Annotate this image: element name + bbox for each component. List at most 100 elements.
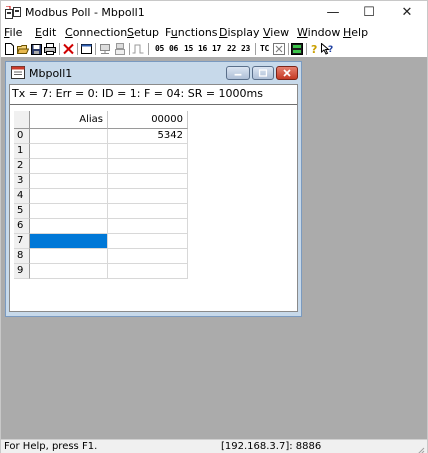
table-row: 2 (14, 159, 189, 174)
menu-display[interactable]: Display (219, 26, 260, 39)
alias-cell[interactable] (30, 144, 108, 159)
child-close-button[interactable] (276, 66, 298, 80)
alias-cell[interactable] (30, 219, 108, 234)
connection-status: [192.168.3.7]: 8886 (221, 441, 322, 452)
communication-icon[interactable] (273, 43, 285, 55)
mbpoll-document-icon[interactable] (11, 66, 25, 79)
alias-column-header[interactable]: Alias (30, 111, 108, 129)
child-minimize-button[interactable] (226, 66, 250, 80)
alias-cell[interactable] (30, 129, 108, 144)
value-cell[interactable] (108, 249, 188, 264)
menu-edit-rest: dit (41, 26, 57, 39)
table-row: 6 (14, 219, 189, 234)
menu-file-rest: ile (9, 26, 23, 39)
function-06-button[interactable]: 06 (167, 43, 180, 55)
table-row: 7 (14, 234, 189, 249)
menu-bar: File Edit Connection Setup Functions Dis… (1, 25, 427, 42)
toolbar-separator (306, 43, 307, 55)
value-column-header[interactable]: 00000 (108, 111, 188, 129)
alias-cell[interactable] (30, 249, 108, 264)
table-row: 8 (14, 249, 189, 264)
print-icon[interactable] (44, 43, 56, 55)
menu-functions-rest: nctions (177, 26, 218, 39)
function-15-button[interactable]: 15 (182, 43, 195, 55)
value-cell[interactable] (108, 174, 188, 189)
delete-icon[interactable] (63, 43, 74, 55)
function-23-button[interactable]: 23 (239, 43, 252, 55)
table-row: 4 (14, 189, 189, 204)
menu-view[interactable]: View (263, 26, 289, 39)
row-number: 9 (14, 264, 30, 279)
function-22-button[interactable]: 22 (225, 43, 238, 55)
mdi-client-area: Mbpoll1 Tx = 7: Err = 0: ID = 1: F = 04:… (1, 57, 427, 439)
alias-cell[interactable] (30, 264, 108, 279)
maximize-button[interactable]: ☐ (351, 1, 387, 25)
save-icon[interactable] (31, 43, 42, 55)
row-number: 8 (14, 249, 30, 264)
mbpoll1-child-window: Mbpoll1 Tx = 7: Err = 0: ID = 1: F = 04:… (5, 61, 302, 317)
function-05-button[interactable]: 05 (153, 43, 166, 55)
value-cell[interactable] (108, 204, 188, 219)
toolbar-separator (77, 43, 78, 55)
modbus-poll-app-icon[interactable] (5, 5, 21, 20)
open-icon[interactable] (17, 43, 29, 55)
menu-help[interactable]: Help (343, 26, 368, 39)
function-16-button[interactable]: 16 (196, 43, 209, 55)
table-row: 9 (14, 264, 189, 279)
row-number: 7 (14, 234, 30, 249)
value-cell[interactable] (108, 144, 188, 159)
alias-cell[interactable] (30, 174, 108, 189)
menu-edit[interactable]: Edit (35, 26, 56, 39)
row-number: 6 (14, 219, 30, 234)
value-cell[interactable]: 5342 (108, 129, 188, 144)
table-row: 0 5342 (14, 129, 189, 144)
status-bar: For Help, press F1. [192.168.3.7]: 8886 (1, 439, 427, 453)
menu-functions[interactable]: Functions (165, 26, 218, 39)
menu-setup-rest: etup (133, 26, 160, 39)
toolbar-separator (288, 43, 289, 55)
selected-alias-cell[interactable] (30, 234, 108, 249)
close-button[interactable]: ✕ (389, 1, 425, 25)
value-cell[interactable] (108, 159, 188, 174)
menu-window-rest: indow (307, 26, 341, 39)
value-cell[interactable] (108, 189, 188, 204)
value-cell[interactable] (108, 234, 188, 249)
value-cell[interactable] (108, 264, 188, 279)
title-bar[interactable]: Modbus Poll - Mbpoll1 — ☐ ✕ (1, 1, 427, 25)
menu-help-rest: elp (351, 26, 369, 39)
connect-icon[interactable] (99, 43, 111, 55)
menu-file[interactable]: File (4, 26, 22, 39)
menu-window[interactable]: Window (297, 26, 340, 39)
resize-grip-icon[interactable] (417, 445, 425, 453)
monitor-icon[interactable] (291, 43, 303, 55)
row-number: 3 (14, 174, 30, 189)
minimize-button[interactable]: — (315, 1, 351, 25)
toolbar-separator (95, 43, 96, 55)
alias-cell[interactable] (30, 189, 108, 204)
alias-cell[interactable] (30, 159, 108, 174)
menu-connection-rest: onnection (72, 26, 128, 39)
menu-window-accel: W (297, 26, 308, 39)
child-window-title: Mbpoll1 (29, 67, 73, 80)
window-icon[interactable] (81, 43, 92, 55)
help-hint: For Help, press F1. (4, 441, 98, 452)
tc-button[interactable]: TC (258, 43, 271, 55)
menu-setup[interactable]: Setup (127, 26, 159, 39)
alias-cell[interactable] (30, 204, 108, 219)
menu-edit-accel: E (35, 26, 42, 39)
pulse-icon[interactable] (132, 43, 144, 55)
value-cell[interactable] (108, 219, 188, 234)
child-title-bar[interactable]: Mbpoll1 (6, 62, 301, 84)
menu-view-rest: iew (270, 26, 290, 39)
context-help-icon[interactable]: ? (321, 43, 334, 55)
toolbar: 05 06 15 16 17 22 23 TC ? ? (1, 42, 427, 56)
menu-connection-accel: C (65, 26, 73, 39)
about-icon[interactable]: ? (309, 43, 320, 55)
menu-connection[interactable]: Connection (65, 26, 127, 39)
disconnect-icon[interactable] (114, 43, 126, 55)
register-grid[interactable]: Alias 00000 0 5342 1 2 3 4 5 6 7 8 9 (14, 111, 289, 309)
new-icon[interactable] (4, 43, 15, 55)
toolbar-separator (59, 43, 60, 55)
function-17-button[interactable]: 17 (210, 43, 223, 55)
child-maximize-button[interactable] (252, 66, 274, 80)
